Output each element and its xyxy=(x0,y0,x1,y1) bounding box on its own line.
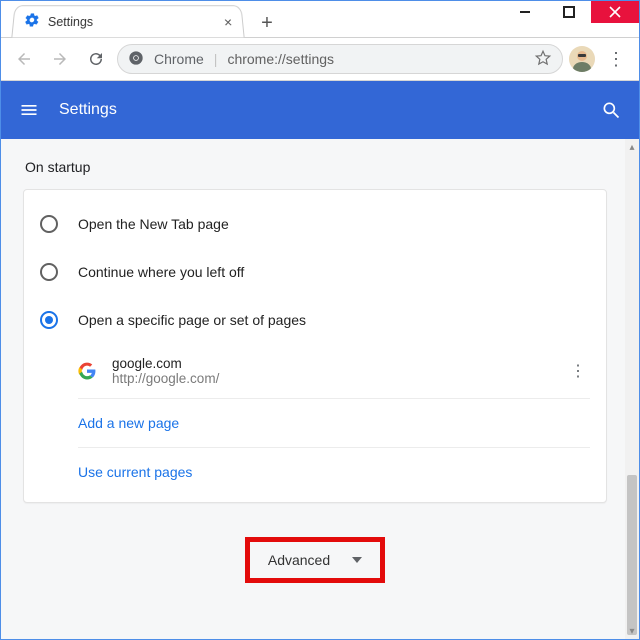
scrollbar[interactable]: ▴ ▾ xyxy=(625,139,639,639)
omnibox-url: chrome://settings xyxy=(227,51,334,67)
tab-settings[interactable]: Settings × xyxy=(11,5,244,37)
tab-strip: Settings × + xyxy=(1,1,639,37)
omnibox-scheme: Chrome xyxy=(154,51,204,67)
page-row-more-icon[interactable]: ⋮ xyxy=(570,361,590,381)
tab-title: Settings xyxy=(47,15,93,29)
advanced-label: Advanced xyxy=(268,552,330,568)
tab-close-icon[interactable]: × xyxy=(223,14,233,30)
option-label: Open a specific page or set of pages xyxy=(78,312,306,328)
radio-unselected-icon xyxy=(40,215,58,233)
settings-content: On startup Open the New Tab page Continu… xyxy=(1,139,625,639)
settings-header: Settings xyxy=(1,81,639,139)
startup-page-name: google.com xyxy=(112,356,219,371)
startup-option-specific[interactable]: Open a specific page or set of pages xyxy=(40,296,590,344)
chrome-product-icon xyxy=(128,50,144,69)
advanced-toggle[interactable]: Advanced xyxy=(245,537,385,583)
option-label: Open the New Tab page xyxy=(78,216,229,232)
forward-button[interactable] xyxy=(45,44,75,74)
add-new-page-link[interactable]: Add a new page xyxy=(78,399,590,448)
gear-icon xyxy=(23,12,41,31)
browser-window: Settings × + Chrome | chrome://settings xyxy=(0,0,640,640)
chevron-down-icon xyxy=(352,557,362,563)
browser-toolbar: Chrome | chrome://settings ⋮ xyxy=(1,37,639,81)
chrome-menu-button[interactable]: ⋮ xyxy=(601,44,631,74)
back-button[interactable] xyxy=(9,44,39,74)
google-favicon-icon xyxy=(78,362,96,380)
scroll-up-icon[interactable]: ▴ xyxy=(625,139,639,155)
startup-pages-list: google.com http://google.com/ ⋮ Add a ne… xyxy=(78,344,590,496)
hamburger-menu-icon[interactable] xyxy=(19,100,39,120)
startup-option-newtab[interactable]: Open the New Tab page xyxy=(40,200,590,248)
radio-unselected-icon xyxy=(40,263,58,281)
section-title-on-startup: On startup xyxy=(25,159,607,175)
settings-search-icon[interactable] xyxy=(601,100,621,120)
use-current-pages-link[interactable]: Use current pages xyxy=(78,448,590,496)
settings-header-title: Settings xyxy=(59,101,117,119)
profile-avatar[interactable] xyxy=(569,46,595,72)
option-label: Continue where you left off xyxy=(78,264,244,280)
radio-selected-icon xyxy=(40,311,58,329)
startup-page-row: google.com http://google.com/ ⋮ xyxy=(78,344,590,399)
startup-page-url: http://google.com/ xyxy=(112,371,219,386)
omnibox-separator: | xyxy=(214,51,218,67)
reload-button[interactable] xyxy=(81,44,111,74)
new-tab-button[interactable]: + xyxy=(253,9,281,37)
bookmark-star-icon[interactable] xyxy=(534,49,552,70)
settings-page: Settings On startup Open the New Tab pag… xyxy=(1,81,639,639)
startup-option-continue[interactable]: Continue where you left off xyxy=(40,248,590,296)
on-startup-card: Open the New Tab page Continue where you… xyxy=(23,189,607,503)
advanced-section: Advanced xyxy=(23,537,607,583)
address-bar[interactable]: Chrome | chrome://settings xyxy=(117,44,563,74)
scroll-thumb[interactable] xyxy=(627,475,637,635)
scroll-down-icon[interactable]: ▾ xyxy=(625,623,639,639)
